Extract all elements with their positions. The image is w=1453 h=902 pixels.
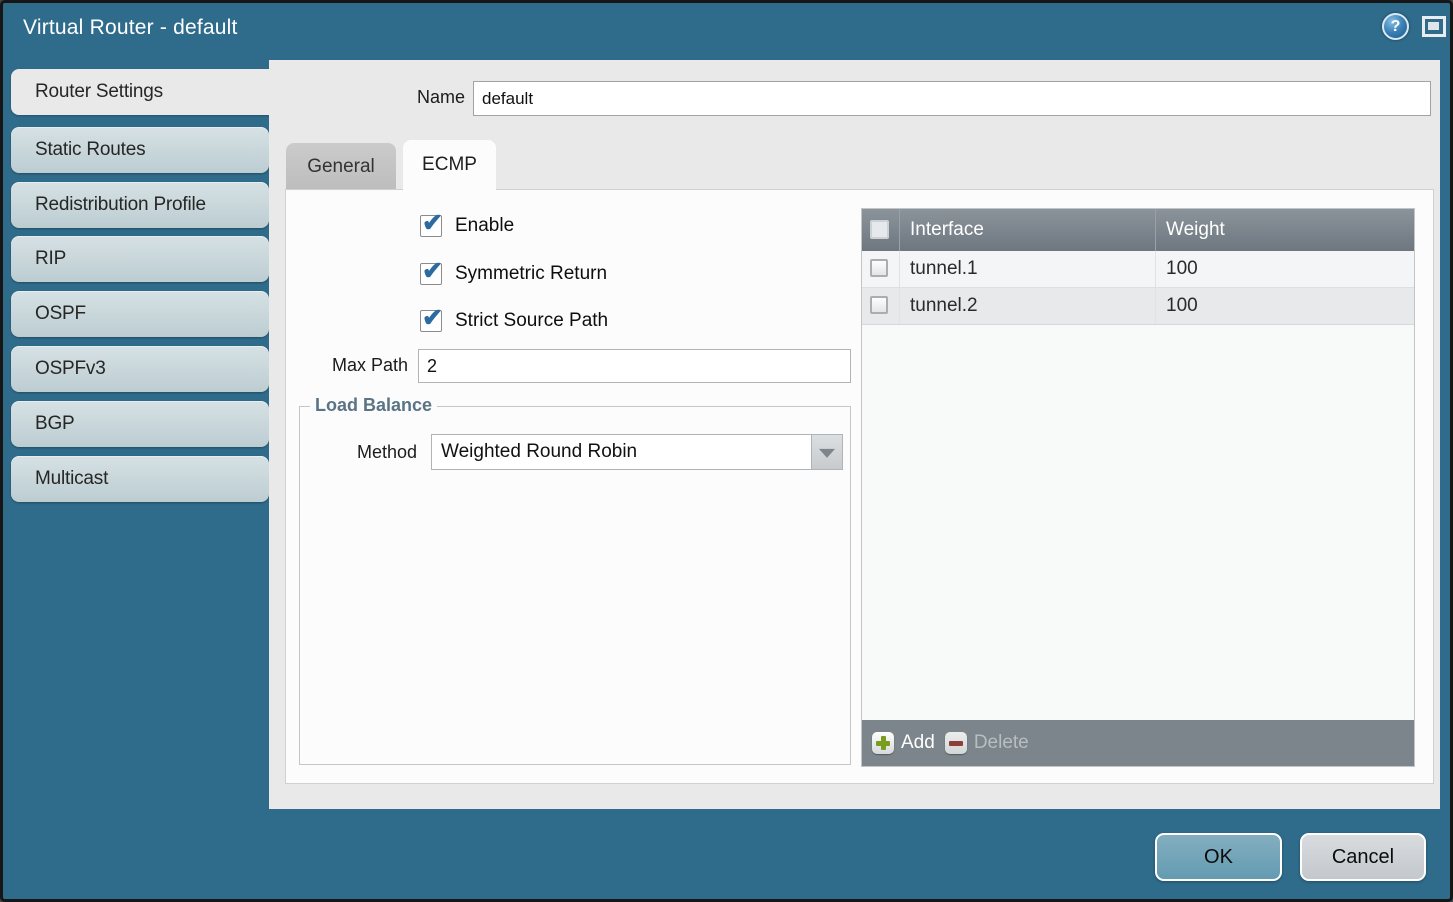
- cell-weight: 100: [1156, 251, 1414, 287]
- popout-icon[interactable]: [1422, 16, 1446, 37]
- chevron-down-icon: [811, 435, 842, 469]
- table-row[interactable]: tunnel.2 100: [862, 288, 1414, 325]
- load-balance-legend: Load Balance: [310, 395, 437, 416]
- symmetric-return-checkbox[interactable]: ✔: [420, 263, 442, 285]
- cancel-button[interactable]: Cancel: [1300, 833, 1426, 881]
- row-checkbox-cell: [862, 251, 900, 287]
- sidebar-item-router-settings[interactable]: Router Settings: [11, 69, 273, 115]
- max-path-input[interactable]: [418, 349, 851, 383]
- cell-weight: 100: [1156, 288, 1414, 324]
- strict-source-path-checkbox[interactable]: ✔: [420, 310, 442, 332]
- table-row[interactable]: tunnel.1 100: [862, 251, 1414, 288]
- sidebar-item-rip[interactable]: RIP: [11, 236, 269, 282]
- name-input[interactable]: [473, 81, 1431, 116]
- select-all-checkbox[interactable]: [870, 220, 889, 239]
- delete-button[interactable]: Delete: [945, 732, 1029, 754]
- row-checkbox[interactable]: [870, 296, 888, 314]
- check-icon: ✔: [422, 256, 443, 286]
- table-toolbar: Add Delete: [862, 720, 1414, 766]
- name-label: Name: [343, 87, 465, 108]
- delete-button-label: Delete: [974, 732, 1029, 754]
- sidebar-item-static-routes[interactable]: Static Routes: [11, 127, 269, 173]
- ok-button[interactable]: OK: [1155, 833, 1282, 881]
- add-button-label: Add: [901, 732, 935, 754]
- interface-table: Interface Weight tunnel.1 100 tunnel.2 1…: [861, 208, 1415, 767]
- tab-ecmp[interactable]: ECMP: [403, 140, 496, 191]
- dialog-title: Virtual Router - default: [23, 16, 238, 40]
- sidebar-item-redistribution-profile[interactable]: Redistribution Profile: [11, 182, 269, 228]
- check-icon: ✔: [422, 208, 443, 238]
- minus-icon: [945, 732, 967, 754]
- help-icon[interactable]: ?: [1382, 13, 1409, 40]
- symmetric-return-label: Symmetric Return: [455, 262, 607, 286]
- method-value: Weighted Round Robin: [441, 435, 810, 469]
- column-header-interface[interactable]: Interface: [900, 209, 1156, 251]
- column-header-weight[interactable]: Weight: [1156, 209, 1414, 251]
- add-button[interactable]: Add: [872, 732, 935, 754]
- strict-source-path-label: Strict Source Path: [455, 309, 608, 333]
- cell-interface: tunnel.2: [900, 288, 1156, 324]
- cell-interface: tunnel.1: [900, 251, 1156, 287]
- table-header: Interface Weight: [862, 209, 1414, 251]
- enable-label: Enable: [455, 214, 514, 238]
- method-label: Method: [304, 442, 417, 463]
- load-balance-fieldset: Load Balance Method Weighted Round Robin: [299, 406, 851, 765]
- virtual-router-dialog: Virtual Router - default ? Router Settin…: [0, 0, 1453, 902]
- header-checkbox-cell: [862, 209, 900, 251]
- max-path-label: Max Path: [273, 355, 408, 376]
- method-select[interactable]: Weighted Round Robin: [431, 434, 843, 470]
- row-checkbox[interactable]: [870, 259, 888, 277]
- row-checkbox-cell: [862, 288, 900, 324]
- sidebar-item-ospfv3[interactable]: OSPFv3: [11, 346, 269, 392]
- sidebar-item-multicast[interactable]: Multicast: [11, 456, 269, 502]
- sidebar-item-ospf[interactable]: OSPF: [11, 291, 269, 337]
- sidebar-item-bgp[interactable]: BGP: [11, 401, 269, 447]
- enable-checkbox[interactable]: ✔: [420, 215, 442, 237]
- check-icon: ✔: [422, 303, 443, 333]
- tab-general[interactable]: General: [286, 143, 396, 190]
- plus-icon: [872, 732, 894, 754]
